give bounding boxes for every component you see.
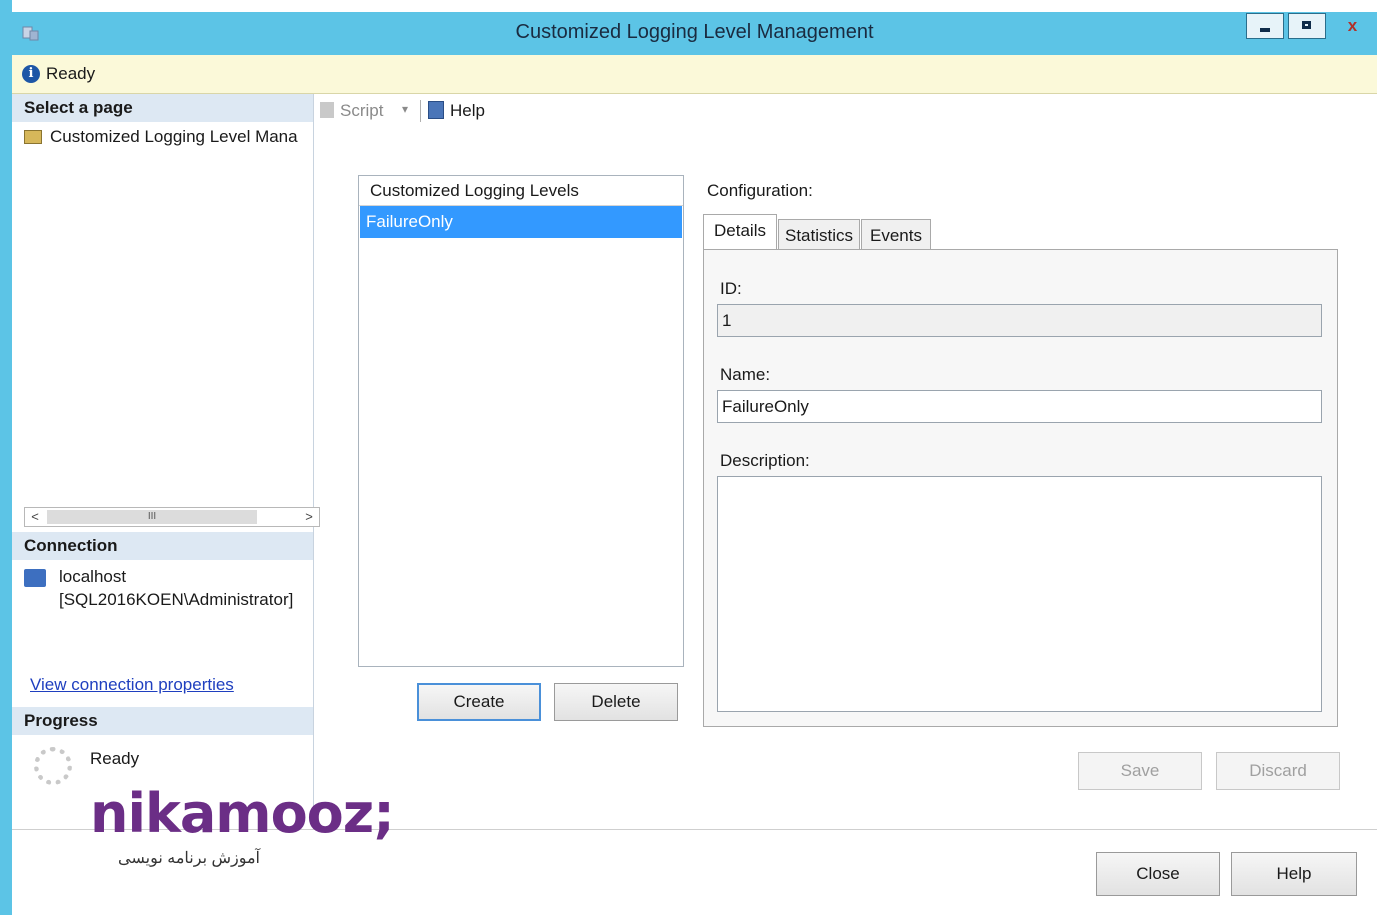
page-icon <box>24 130 42 144</box>
tab-statistics[interactable]: Statistics <box>778 219 860 251</box>
name-field[interactable]: FailureOnly <box>717 390 1322 423</box>
progress-status: Ready <box>90 749 140 768</box>
status-bar: i Ready <box>12 55 1377 94</box>
tab-details[interactable]: Details <box>703 214 777 250</box>
toolbar: Script ▾ Help <box>314 94 1377 130</box>
title-bar[interactable]: Customized Logging Level Management x <box>12 12 1377 55</box>
window-title: Customized Logging Level Management <box>515 21 874 43</box>
script-label: Script <box>340 101 384 120</box>
minimize-button[interactable] <box>1246 13 1284 39</box>
logging-levels-list[interactable]: Customized Logging Levels FailureOnly <box>358 175 684 667</box>
progress-header: Progress <box>12 707 313 735</box>
description-label: Description: <box>720 451 810 470</box>
dialog-window: Customized Logging Level Management x i … <box>0 0 1377 915</box>
page-item-customized-logging-level[interactable]: Customized Logging Level Mana <box>24 124 313 150</box>
horizontal-scrollbar[interactable]: < III > <box>24 507 320 527</box>
save-button[interactable]: Save <box>1078 752 1202 790</box>
scrollbar-thumb[interactable]: III <box>47 510 257 524</box>
name-label: Name: <box>720 365 771 384</box>
window-left-border <box>0 0 12 915</box>
info-icon: i <box>22 65 40 83</box>
id-label: ID: <box>720 279 742 298</box>
left-panel: Select a page Customized Logging Level M… <box>12 94 320 829</box>
view-connection-properties-link[interactable]: View connection properties <box>30 675 234 695</box>
tab-events[interactable]: Events <box>861 219 931 251</box>
connection-server: localhost <box>59 567 127 586</box>
close-button[interactable]: Close <box>1096 852 1220 896</box>
scroll-right-icon[interactable]: > <box>299 508 319 526</box>
minimize-icon <box>1260 28 1270 32</box>
status-text: Ready <box>46 64 96 83</box>
nikamooz-tagline: آموزش برنامه نویسی <box>118 850 260 867</box>
connection-header: Connection <box>12 532 313 560</box>
create-button[interactable]: Create <box>417 683 541 721</box>
delete-button[interactable]: Delete <box>554 683 678 721</box>
list-item[interactable]: FailureOnly <box>360 206 682 238</box>
progress-spinner-icon <box>34 747 72 785</box>
id-field[interactable]: 1 <box>717 304 1322 337</box>
server-icon <box>24 569 46 587</box>
help-icon <box>428 101 444 119</box>
script-dropdown-arrow-icon[interactable]: ▾ <box>402 102 408 116</box>
close-window-button[interactable]: x <box>1330 13 1375 39</box>
page-item-label: Customized Logging Level Mana <box>50 127 298 146</box>
script-button[interactable]: Script <box>320 101 383 121</box>
configuration-label: Configuration: <box>707 181 813 200</box>
close-icon: x <box>1347 16 1358 35</box>
select-page-header: Select a page <box>12 94 313 122</box>
scroll-left-icon[interactable]: < <box>25 508 45 526</box>
list-column-header[interactable]: Customized Logging Levels <box>359 176 683 206</box>
help-button[interactable]: Help <box>1231 852 1357 896</box>
toolbar-help-button[interactable]: Help <box>428 101 485 121</box>
nikamooz-logo: nikamooz; <box>90 782 395 845</box>
maximize-button[interactable] <box>1288 13 1326 39</box>
description-field[interactable] <box>717 476 1322 712</box>
script-icon <box>320 102 334 118</box>
discard-button[interactable]: Discard <box>1216 752 1340 790</box>
help-label: Help <box>450 101 485 120</box>
toolbar-separator <box>420 100 421 122</box>
maximize-icon <box>1302 21 1311 29</box>
connection-user: [SQL2016KOEN\Administrator] <box>59 590 294 609</box>
